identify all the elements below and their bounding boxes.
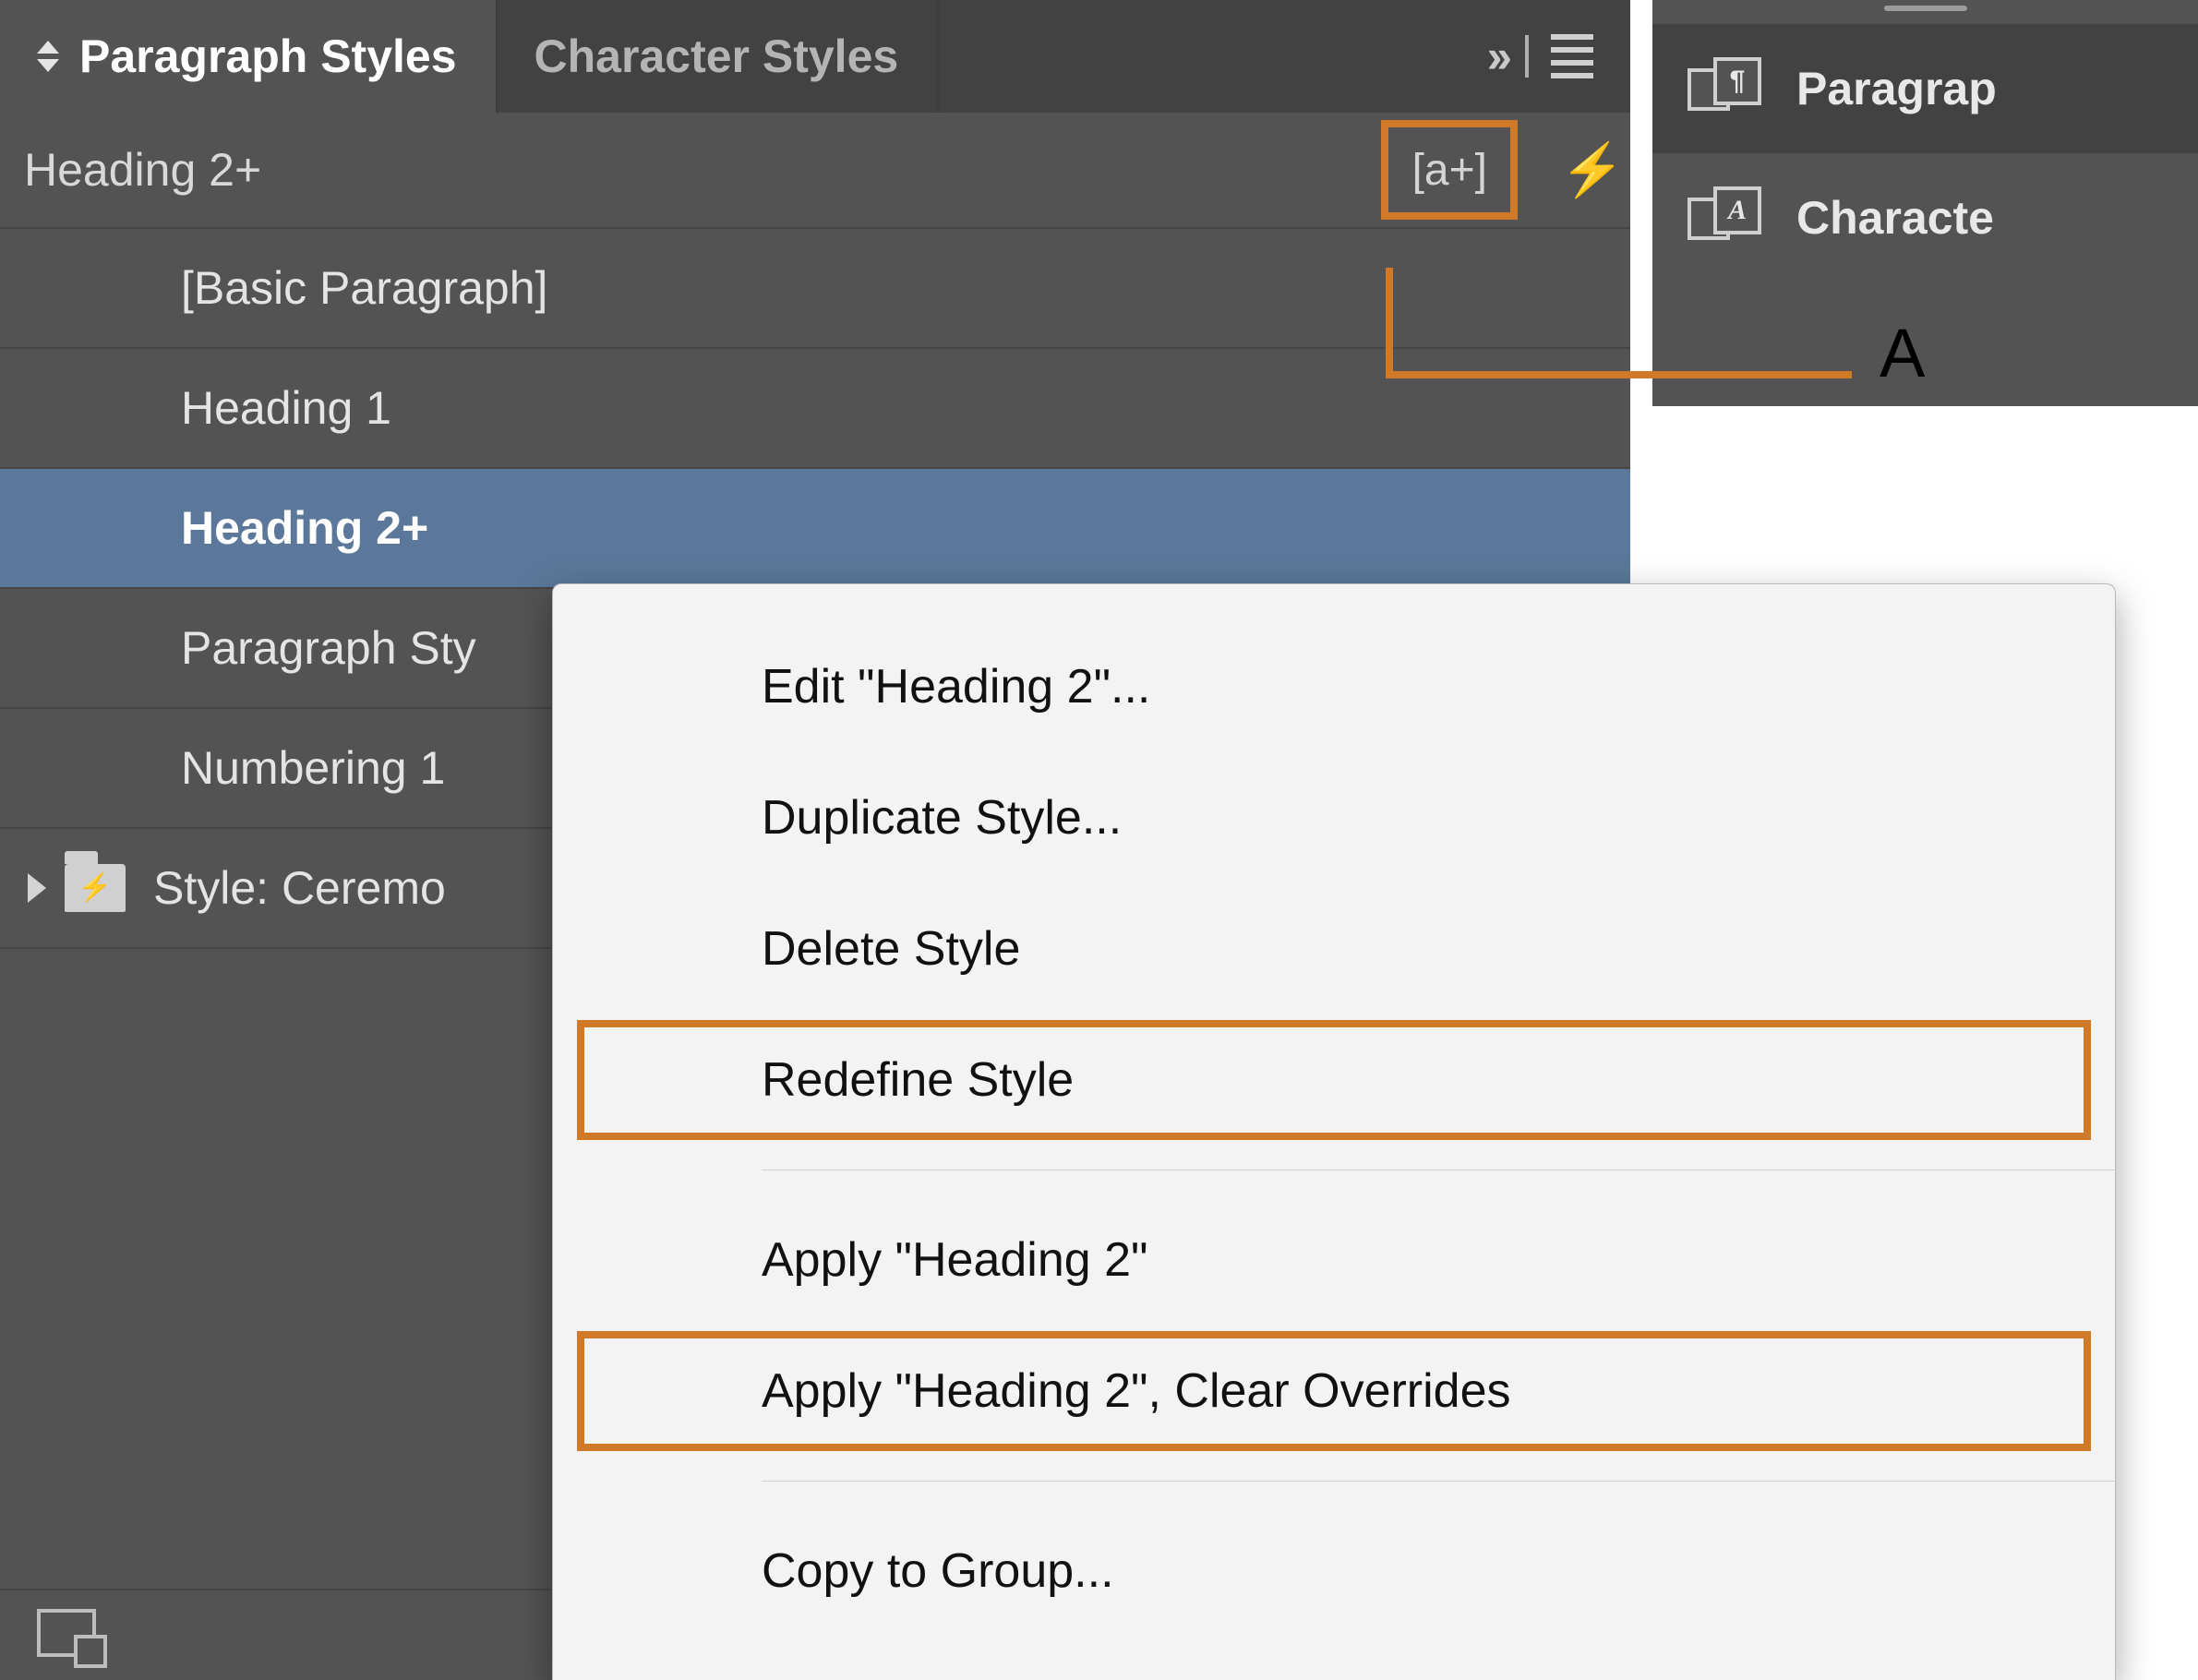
- callout-label-a: A: [1880, 314, 1925, 392]
- menu-apply-style[interactable]: Apply "Heading 2": [553, 1194, 2115, 1326]
- docked-panels: ¶ Paragrap A Characte: [1652, 0, 2198, 406]
- menu-apply-clear-overrides[interactable]: Apply "Heading 2", Clear Overrides: [553, 1326, 2115, 1457]
- tab-paragraph-styles[interactable]: Paragraph Styles: [0, 0, 498, 113]
- style-group-folder-icon: ⚡: [65, 864, 126, 912]
- style-name: Numbering 1: [181, 741, 445, 795]
- menu-redefine-style[interactable]: Redefine Style: [553, 1014, 2115, 1146]
- style-name: Paragraph Sty: [181, 621, 476, 675]
- panel-tab-bar: Paragraph Styles Character Styles ››: [0, 0, 1630, 113]
- panel-menu-icon[interactable]: [1551, 34, 1593, 78]
- menu-label: Apply "Heading 2", Clear Overrides: [762, 1363, 1511, 1419]
- menu-label: Edit "Heading 2"...: [762, 659, 1150, 714]
- tab-character-label: Character Styles: [534, 30, 899, 83]
- menu-label: New Group from Styles...: [762, 1674, 1298, 1680]
- menu-new-group-from-styles[interactable]: New Group from Styles...: [553, 1637, 2115, 1680]
- quick-apply-icon[interactable]: ⚡: [1560, 139, 1625, 200]
- paragraph-styles-icon: ¶: [1688, 57, 1769, 120]
- menu-label: Delete Style: [762, 921, 1020, 977]
- dock-tab-character-styles[interactable]: A Characte: [1652, 153, 2198, 282]
- style-row-heading-2[interactable]: Heading 2+: [0, 469, 1630, 589]
- dock-grabber[interactable]: [1652, 0, 2198, 24]
- style-context-menu: Edit "Heading 2"... Duplicate Style... D…: [552, 583, 2116, 1680]
- sort-icon[interactable]: [37, 41, 59, 72]
- tab-bar-tools: ››: [939, 0, 1630, 113]
- chevron-right-icon[interactable]: [28, 873, 46, 903]
- dock-tab-label: Characte: [1796, 191, 1994, 245]
- menu-label: Apply "Heading 2": [762, 1232, 1148, 1288]
- style-name: Heading 2+: [181, 501, 428, 555]
- tab-paragraph-label: Paragraph Styles: [79, 30, 457, 83]
- menu-delete-style[interactable]: Delete Style: [553, 883, 2115, 1014]
- style-override-highlighter-button[interactable]: [a+]: [1381, 120, 1518, 220]
- dock-tab-paragraph-styles[interactable]: ¶ Paragrap: [1652, 24, 2198, 153]
- dock-tab-label: Paragrap: [1796, 62, 1997, 115]
- menu-label: Redefine Style: [762, 1052, 1074, 1108]
- menu-copy-to-group[interactable]: Copy to Group...: [553, 1506, 2115, 1637]
- menu-edit-style[interactable]: Edit "Heading 2"...: [553, 621, 2115, 752]
- style-name: [Basic Paragraph]: [181, 261, 547, 315]
- menu-duplicate-style[interactable]: Duplicate Style...: [553, 752, 2115, 883]
- collapse-panel-icon[interactable]: ››: [1487, 30, 1507, 83]
- separator: [1525, 35, 1529, 78]
- current-style-name: Heading 2+: [24, 143, 261, 197]
- cc-libraries-icon[interactable]: [37, 1609, 96, 1657]
- style-name: Heading 1: [181, 381, 391, 435]
- menu-separator: [762, 1481, 2115, 1482]
- style-group-name: Style: Ceremo: [153, 861, 446, 915]
- callout-leader-vertical: [1386, 268, 1393, 378]
- current-style-row: Heading 2+ [a+] ⚡: [0, 113, 1630, 229]
- character-styles-icon: A: [1688, 186, 1769, 249]
- tab-character-styles[interactable]: Character Styles: [498, 0, 940, 113]
- callout-leader-horizontal: [1386, 371, 1852, 378]
- menu-label: Duplicate Style...: [762, 790, 1122, 846]
- menu-label: Copy to Group...: [762, 1543, 1114, 1599]
